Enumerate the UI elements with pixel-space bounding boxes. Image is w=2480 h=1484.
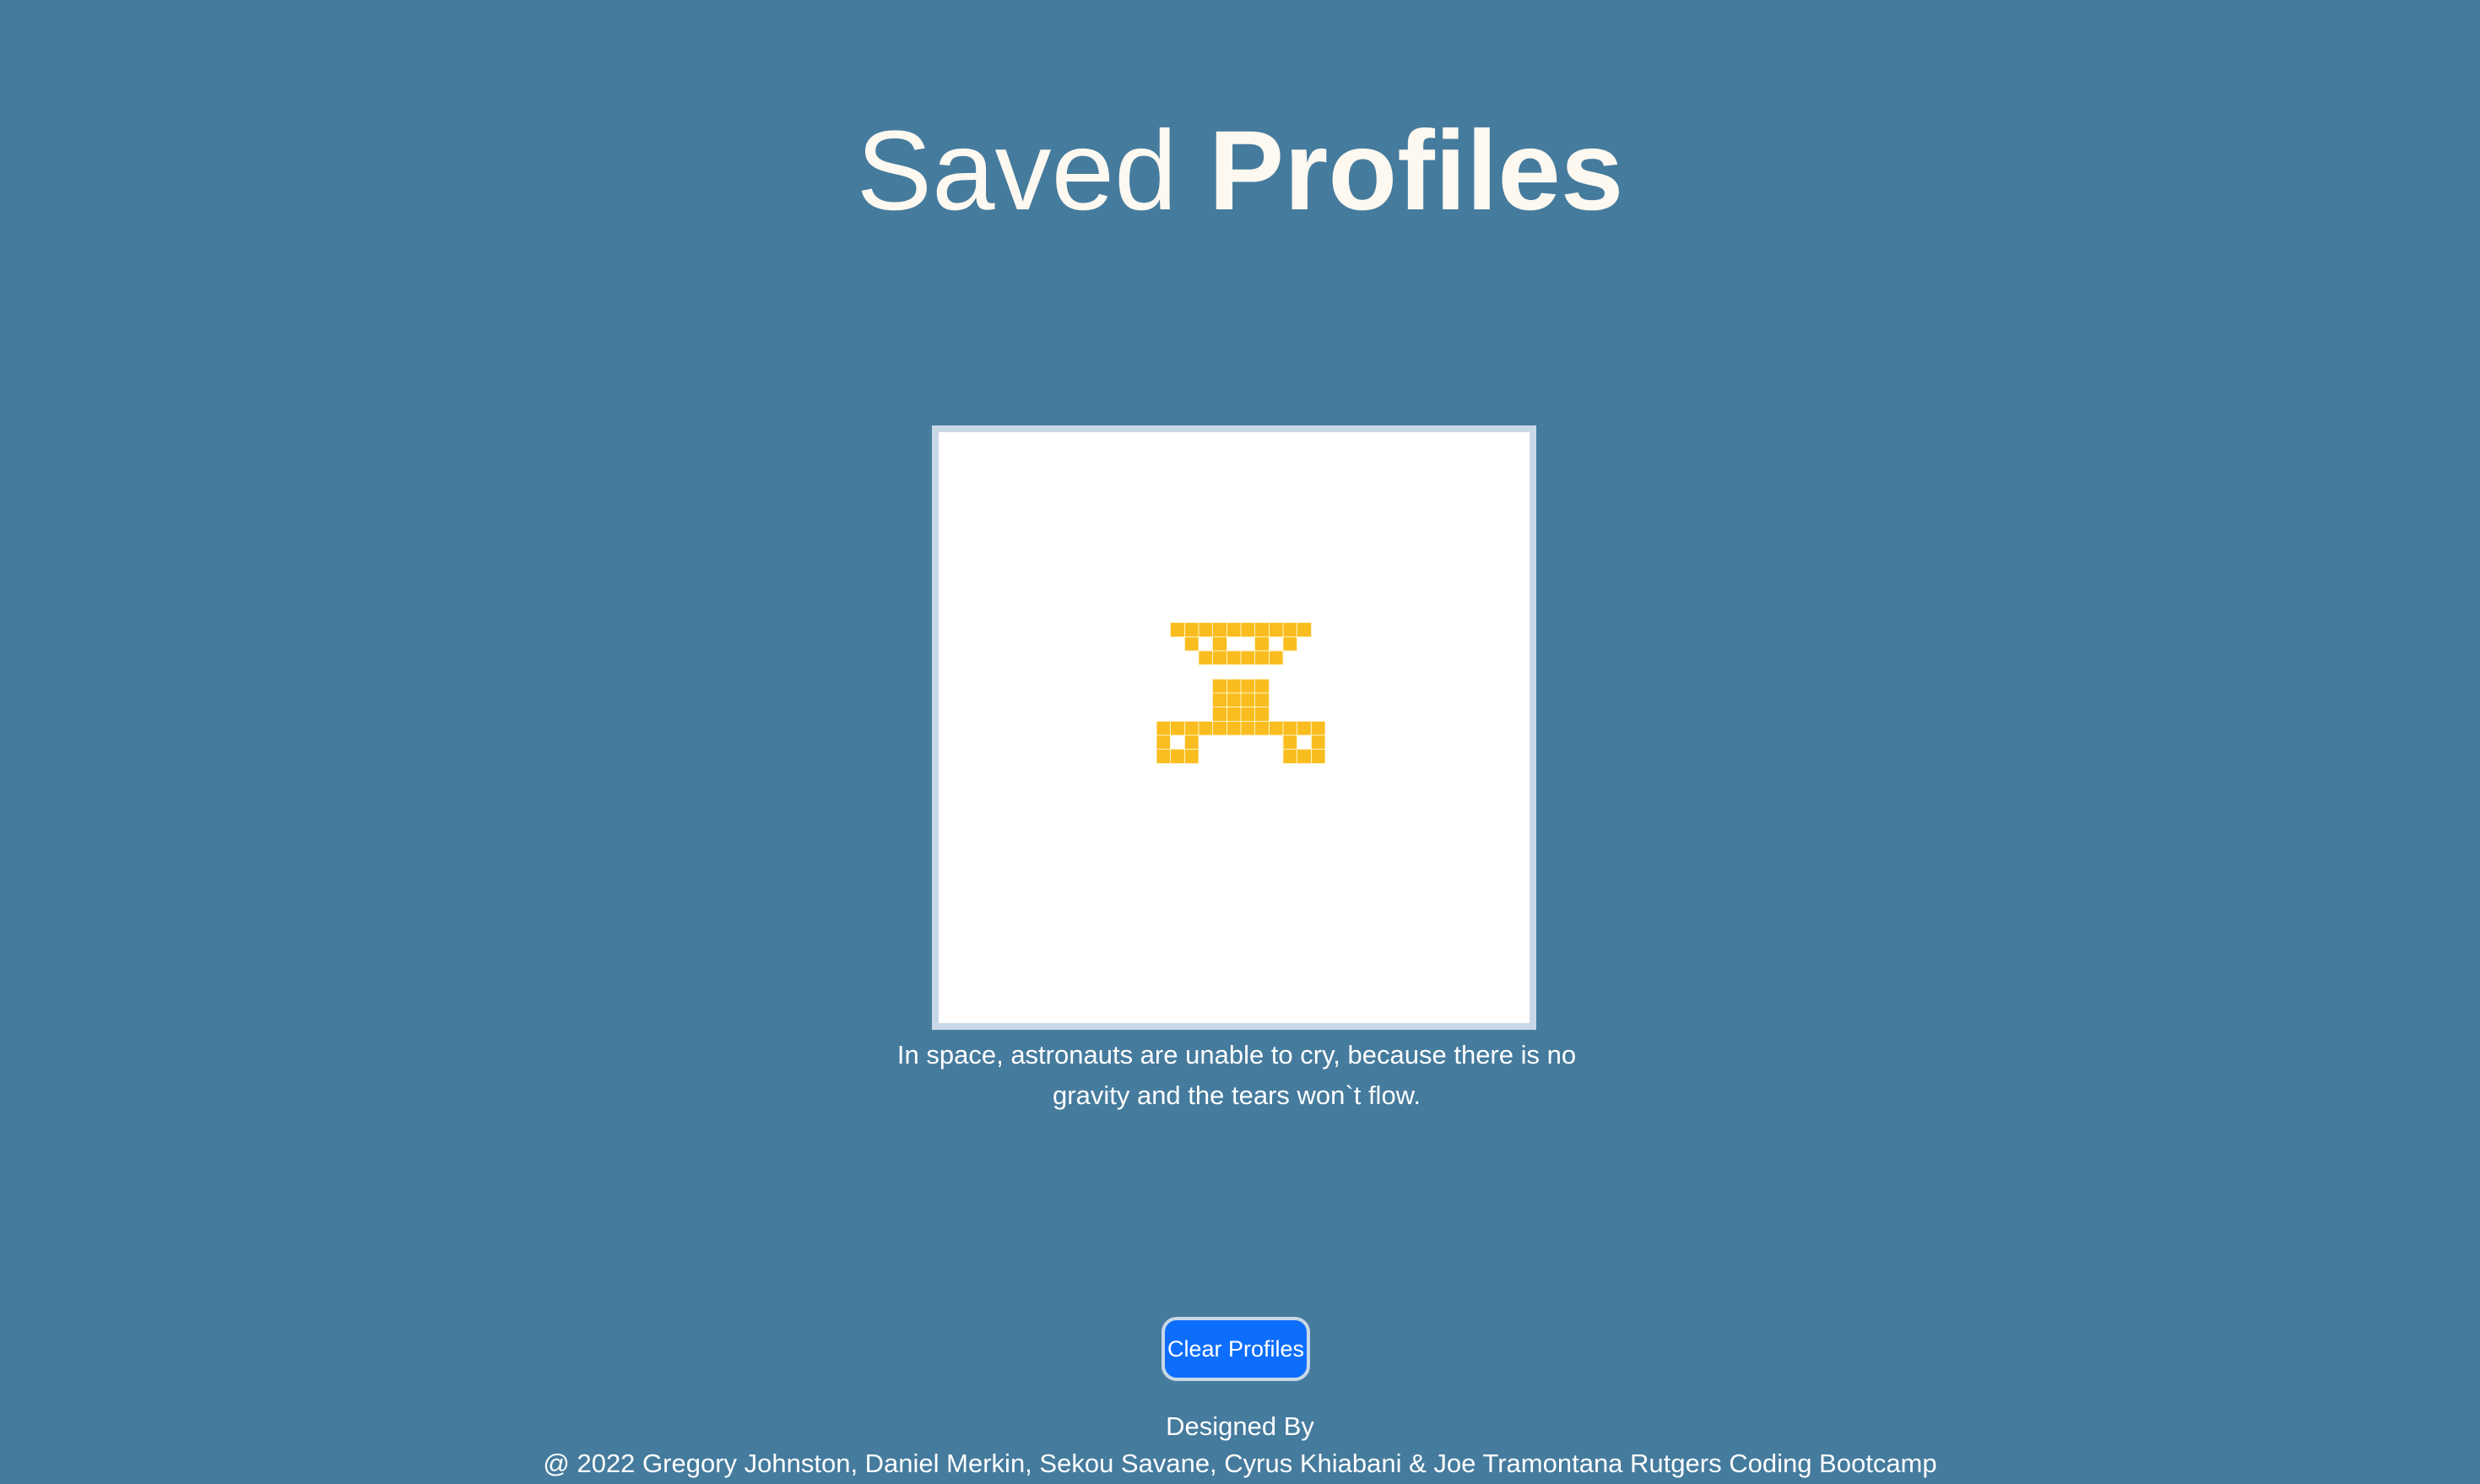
footer-designed-by: Designed By [1166,1411,1314,1441]
identicon-avatar-icon [1156,622,1325,764]
page-title-light: Saved [856,108,1178,234]
profile-card [932,425,1536,1030]
footer: Designed By @ 2022 Gregory Johnston, Dan… [0,1408,2480,1482]
footer-credits: @ 2022 Gregory Johnston, Daniel Merkin, … [543,1449,1937,1478]
profile-caption: In space, astronauts are unable to cry, … [896,1040,1577,1110]
page-title: Saved Profiles [0,108,2480,235]
page-title-bold: Profiles [1208,108,1624,234]
clear-profiles-button[interactable]: Clear Profiles [1161,1317,1310,1381]
page: Saved Profiles In space, astronauts are … [0,0,2480,1484]
